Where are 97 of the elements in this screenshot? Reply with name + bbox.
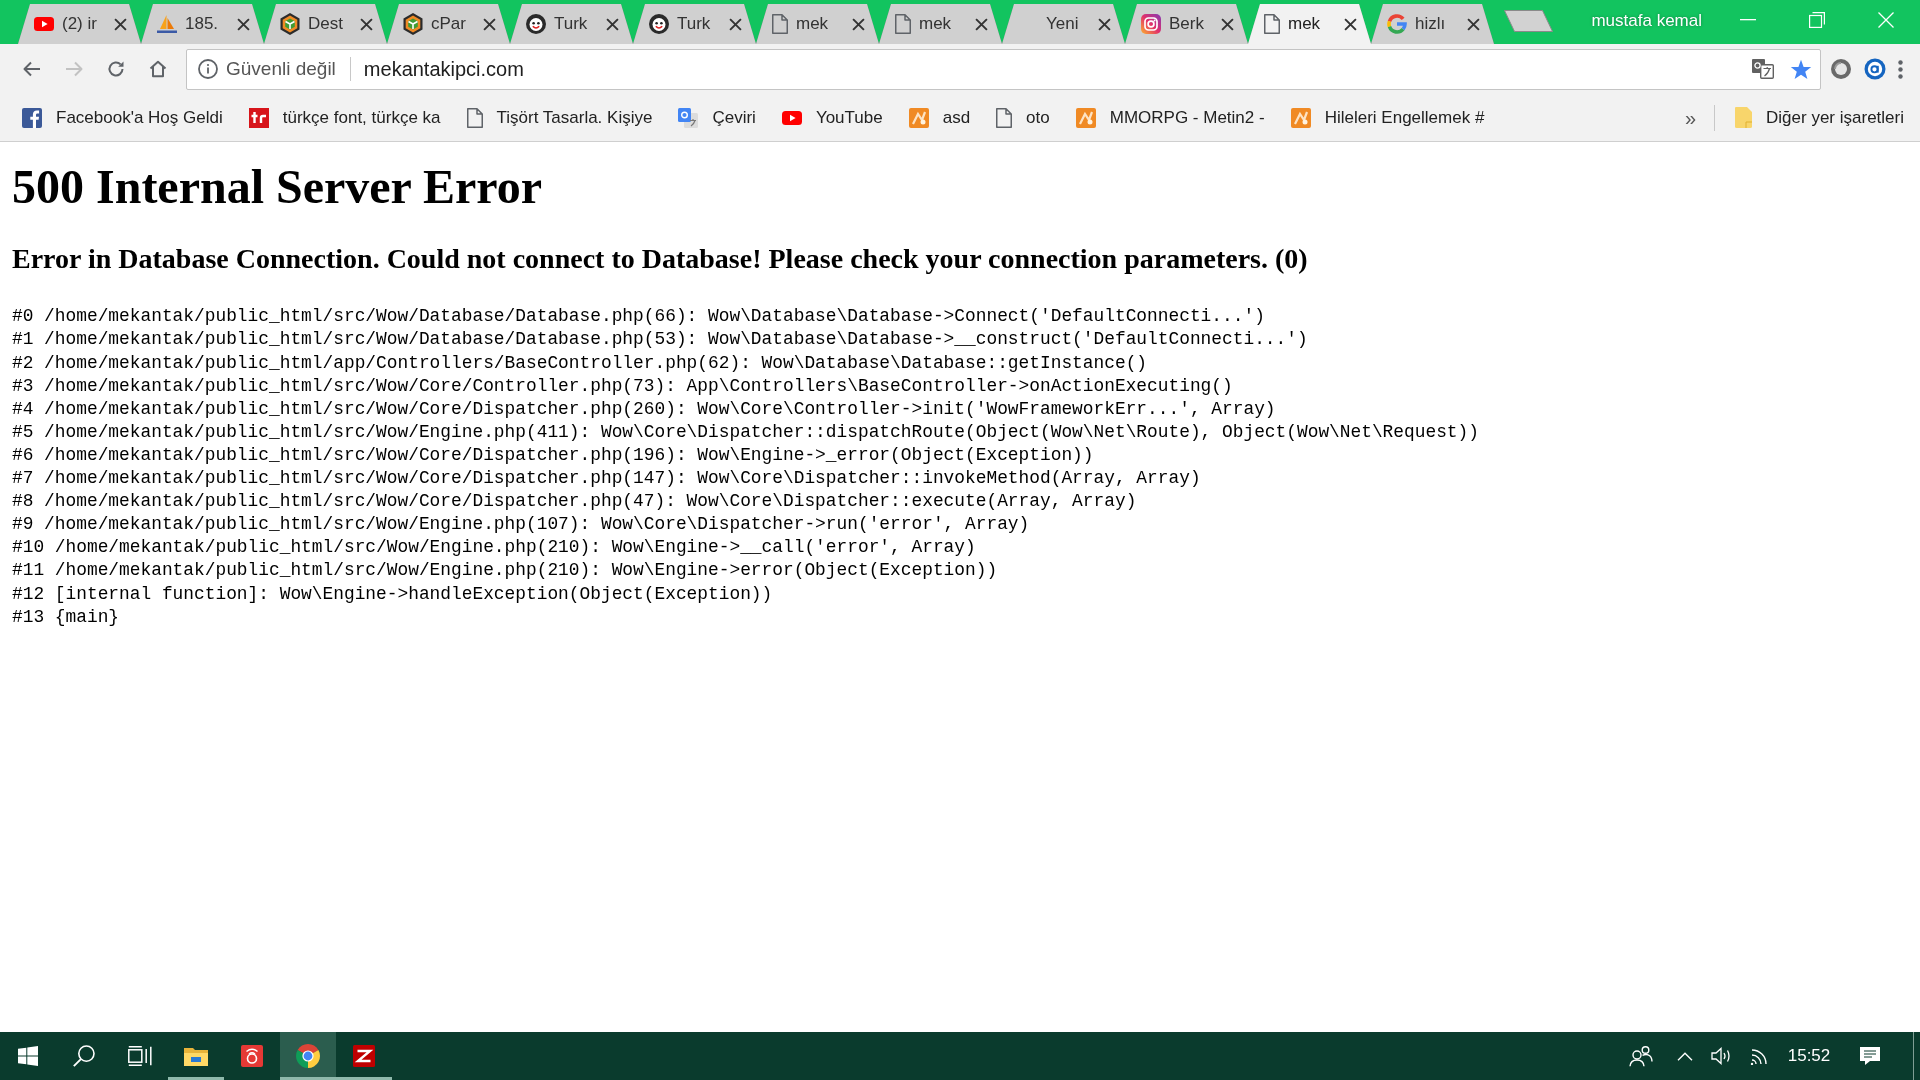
browser-tab[interactable]: (2) ir: [18, 4, 141, 44]
stack-trace-line: #4 /home/mekantak/public_html/src/Wow/Core/Dispatcher.php(260): Wow\Core\Controller->init('WowFrameworkErr...', Array): [12, 397, 1277, 421]
search-icon[interactable]: [73, 1045, 95, 1067]
close-icon[interactable]: [606, 17, 619, 31]
menu-icon[interactable]: [1898, 59, 1903, 79]
back-icon[interactable]: [22, 59, 42, 79]
page-icon: [895, 14, 911, 34]
face-icon: [526, 14, 546, 34]
browser-tab[interactable]: Berk: [1125, 4, 1248, 44]
close-icon[interactable]: [729, 17, 742, 31]
page-icon: [466, 107, 483, 128]
clock-text[interactable]: 15:52: [1787, 1043, 1831, 1069]
translate-icon[interactable]: [1752, 59, 1774, 79]
more-bookmarks-button[interactable]: »: [1678, 102, 1703, 133]
home-icon[interactable]: [148, 59, 168, 79]
address-bar[interactable]: Güvenli değil mekantakipci.com: [186, 48, 1821, 90]
close-icon[interactable]: [975, 17, 988, 31]
browser-tab[interactable]: mek: [1248, 4, 1371, 44]
ring-icon[interactable]: [1830, 58, 1852, 80]
task-view-icon[interactable]: [128, 1046, 152, 1066]
bookmark-folder[interactable]: Diğer yer işaretleri: [1729, 100, 1910, 135]
hexagon-icon: [280, 13, 300, 35]
browser-tab[interactable]: hizlı: [1371, 4, 1494, 44]
bookmark-item[interactable]: Facebook'a Hoş Geldi: [16, 100, 229, 135]
browser-tab[interactable]: cPar: [387, 4, 510, 44]
stack-trace-line: #12 [internal function]: Wow\Engine->handleException(Object(Exception)): [12, 582, 774, 606]
stack-trace-line: #8 /home/mekantak/public_html/src/Wow/Core/Dispatcher.php(47): Wow\Core\Dispatcher::execute(Array, Array): [12, 490, 1138, 514]
close-icon[interactable]: [1098, 17, 1111, 31]
bookmark-item[interactable]: türkçe font, türkçe ka: [242, 100, 447, 135]
error-message: Error in Database Connection. Could not connect to Database! Please check your connection parameters. (0): [12, 243, 1309, 276]
stack-trace-line: #9 /home/mekantak/public_html/src/Wow/Engine.php(107): Wow\Core\Dispatcher->run('error', Array): [12, 513, 1031, 537]
browser-tab[interactable]: Turk: [633, 4, 756, 44]
close-icon[interactable]: [483, 17, 496, 31]
speaker-icon[interactable]: [1711, 1047, 1733, 1065]
bookmark-item[interactable]: Tişört Tasarla. Kişiye: [460, 100, 659, 135]
close-icon[interactable]: [1344, 17, 1357, 31]
stack-trace-line: #10 /home/mekantak/public_html/src/Wow/Engine.php(210): Wow\Engine->__call('error', Array): [12, 536, 977, 560]
info-icon: [198, 59, 218, 79]
bookmark-item[interactable]: MMORPG - Metin2 -: [1069, 100, 1271, 135]
browser-tab[interactable]: Turk: [510, 4, 633, 44]
folder-icon[interactable]: [184, 1046, 208, 1066]
app-icon[interactable]: [241, 1045, 263, 1067]
close-icon[interactable]: [114, 17, 127, 31]
page-icon: [772, 14, 788, 34]
bookmark-item[interactable]: Çeviri: [672, 100, 762, 135]
extension-icon[interactable]: [1864, 58, 1886, 80]
stack-trace-line: #3 /home/mekantak/public_html/src/Wow/Core/Controller.php(73): App\Controllers\BaseController->onActionExecuting(): [12, 374, 1234, 398]
stack-trace-line: #2 /home/mekantak/public_html/app/Controllers/BaseController.php(62): Wow\Database\Database::getInstance(): [12, 351, 1149, 375]
hexagon-icon: [403, 13, 423, 35]
close-icon[interactable]: [1221, 17, 1234, 31]
sails-icon: [157, 15, 177, 33]
zigzag-app-icon[interactable]: [353, 1045, 375, 1067]
wifi-icon[interactable]: [1750, 1047, 1770, 1065]
page-icon: [1264, 14, 1280, 34]
tr-logo-icon: [248, 107, 269, 128]
stack-trace-line: #6 /home/mekantak/public_html/src/Wow/Core/Dispatcher.php(196): Wow\Engine->_error(Object(Exception)): [12, 443, 1095, 467]
start-icon[interactable]: [18, 1046, 38, 1066]
translate-icon: [678, 107, 699, 128]
browser-tab[interactable]: mek: [756, 4, 879, 44]
star-icon[interactable]: [1790, 58, 1812, 80]
game-logo-icon: [1075, 107, 1096, 128]
chevron-up-icon[interactable]: [1677, 1051, 1693, 1061]
stack-trace-line: #1 /home/mekantak/public_html/src/Wow/Database/Database.php(53): Wow\Database\Database->__construct('DefaultConnecti...'): [12, 328, 1309, 352]
people-icon[interactable]: [1629, 1045, 1653, 1067]
reload-icon[interactable]: [106, 59, 126, 79]
stack-trace-line: #5 /home/mekantak/public_html/src/Wow/Engine.php(411): Wow\Core\Dispatcher::dispatchRoute(Object(Wow\Net\Route), Object(Wow\Net\Request)): [12, 420, 1480, 444]
security-indicator[interactable]: Güvenli değil: [198, 54, 336, 84]
browser-tab[interactable]: Dest: [264, 4, 387, 44]
folder-icon: [1735, 107, 1753, 128]
close-icon[interactable]: [360, 17, 373, 31]
browser-tab[interactable]: 185.: [141, 4, 264, 44]
camera-icon: [1141, 14, 1161, 34]
stack-trace-line: #0 /home/mekantak/public_html/src/Wow/Database/Database.php(66): Wow\Database\Database->Connect('DefaultConnecti...'): [12, 305, 1266, 329]
notification-icon[interactable]: [1859, 1046, 1881, 1066]
face-icon: [649, 14, 669, 34]
play-icon: [781, 110, 802, 125]
page-icon: [996, 107, 1013, 128]
browser-tab[interactable]: Yeni: [1002, 4, 1125, 44]
error-heading: 500 Internal Server Error: [12, 159, 544, 215]
game-logo-icon: [908, 107, 929, 128]
bookmark-item[interactable]: oto: [990, 100, 1056, 135]
browser-icon[interactable]: [296, 1044, 320, 1068]
game-logo-icon: [1290, 107, 1311, 128]
bookmark-item[interactable]: Hileleri Engellemek #: [1284, 100, 1491, 135]
play-icon: [34, 17, 54, 31]
bookmark-item[interactable]: asd: [902, 100, 977, 135]
f-logo-icon: [22, 107, 42, 128]
close-icon[interactable]: [1467, 17, 1480, 31]
g-logo-icon: [1387, 14, 1407, 34]
bookmark-item[interactable]: YouTube: [775, 100, 889, 135]
close-icon[interactable]: [852, 17, 865, 31]
stack-trace-line: #11 /home/mekantak/public_html/src/Wow/Engine.php(210): Wow\Engine->error(Object(Exception)): [12, 559, 999, 583]
stack-trace-line: #13 {main}: [12, 605, 121, 629]
browser-tab[interactable]: mek: [879, 4, 1002, 44]
close-icon[interactable]: [237, 17, 250, 31]
stack-trace-line: #7 /home/mekantak/public_html/src/Wow/Core/Dispatcher.php(147): Wow\Core\Dispatcher::invokeMethod(Array, Array): [12, 467, 1202, 491]
url-text: mekantakipci.com: [363, 57, 524, 82]
